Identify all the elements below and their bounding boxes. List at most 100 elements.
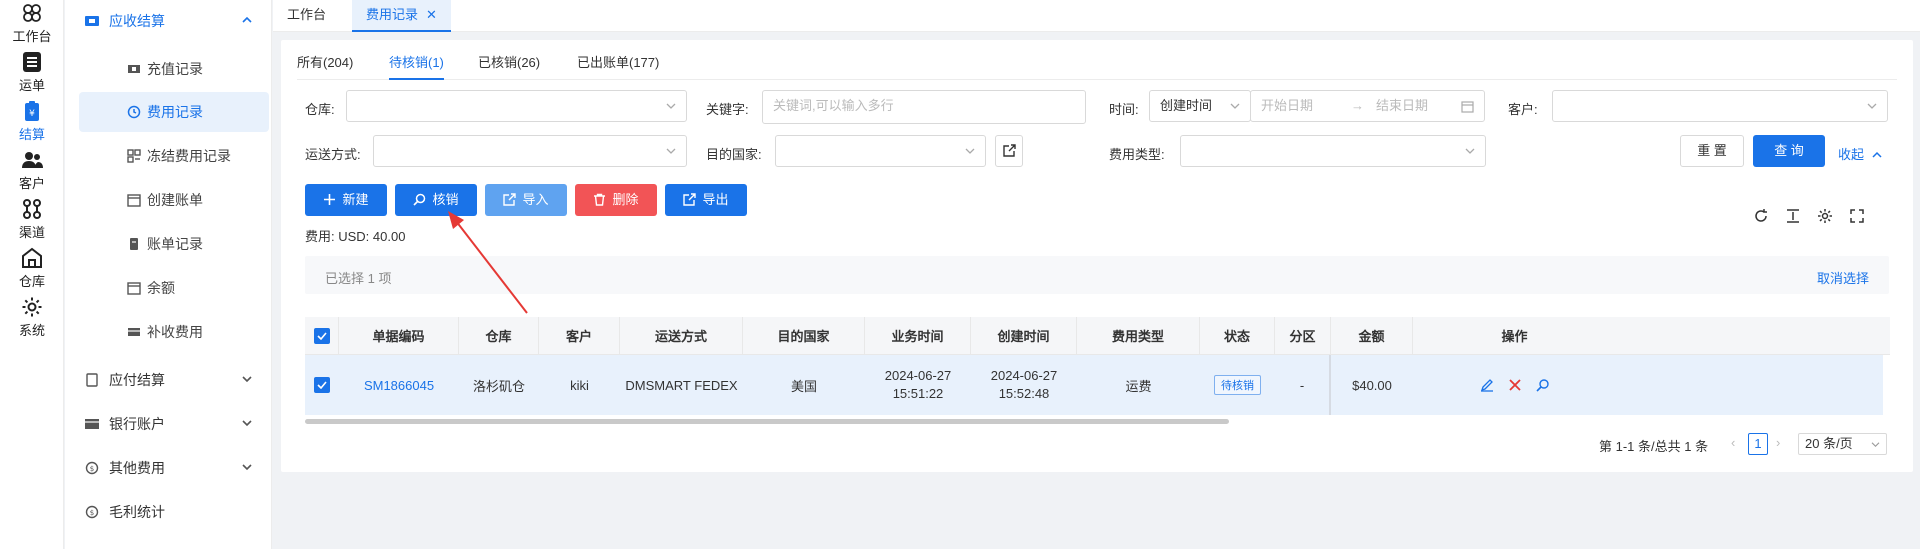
- ticket-icon: [128, 65, 140, 73]
- tab-verified[interactable]: 已核销(26): [478, 52, 540, 71]
- calendar-icon: [127, 194, 141, 207]
- cell-shipping: DMSMART FEDEX: [625, 377, 738, 393]
- rail-item-system[interactable]: 系统: [0, 296, 64, 339]
- column-header[interactable]: 业务时间: [865, 317, 971, 354]
- page-tab-label: 工作台: [287, 7, 327, 22]
- submenu-item-create-bill[interactable]: 创建账单: [79, 180, 269, 220]
- column-header[interactable]: 创建时间: [971, 317, 1077, 354]
- tab-all[interactable]: 所有(204): [297, 52, 353, 71]
- submenu-group-bank[interactable]: 银行账户: [65, 404, 272, 444]
- column-header[interactable]: 金额: [1331, 317, 1413, 354]
- start-date-placeholder[interactable]: 开始日期: [1261, 98, 1313, 113]
- rail-item-workbench[interactable]: 工作台: [0, 2, 64, 45]
- country-label: 目的国家:: [706, 147, 762, 162]
- submenu-item-label: 充值记录: [147, 61, 203, 77]
- select-all-checkbox[interactable]: [305, 317, 339, 354]
- search-button[interactable]: 查 询: [1753, 135, 1825, 167]
- pagination-page-1[interactable]: 1: [1748, 433, 1768, 455]
- submenu-group-other-fees[interactable]: $ 其他费用: [65, 448, 272, 488]
- fullscreen-icon[interactable]: [1849, 208, 1865, 224]
- page-tab-fee-records[interactable]: 费用记录 ✕: [352, 0, 451, 32]
- pagination-next[interactable]: ›: [1776, 435, 1780, 450]
- column-header[interactable]: 客户: [539, 317, 620, 354]
- rail-item-customer[interactable]: 客户: [0, 149, 64, 192]
- keyword-input[interactable]: 关键词,可以输入多行: [762, 90, 1086, 124]
- column-header[interactable]: 状态: [1200, 317, 1275, 354]
- external-link-icon: [1003, 144, 1016, 157]
- page-tab-label: 费用记录: [366, 7, 419, 22]
- column-header[interactable]: 目的国家: [743, 317, 865, 354]
- rail-item-waybill[interactable]: 运单: [0, 51, 64, 94]
- row-checkbox[interactable]: [305, 355, 339, 415]
- gear-icon[interactable]: [1817, 208, 1833, 224]
- chevron-up-icon: [1872, 151, 1882, 158]
- rail-label: 结算: [18, 127, 45, 142]
- verify-icon[interactable]: [1535, 378, 1550, 392]
- calendar-icon: [1461, 101, 1474, 113]
- external-link-button[interactable]: [995, 135, 1023, 167]
- column-header[interactable]: 仓库: [459, 317, 539, 354]
- pagination-prev[interactable]: ‹: [1731, 435, 1735, 450]
- selection-count: 已选择 1 项: [325, 271, 392, 286]
- column-header[interactable]: 运送方式: [620, 317, 743, 354]
- rail-item-channel[interactable]: 渠道: [0, 198, 64, 241]
- submenu-item-fee-records[interactable]: 费用记录: [79, 92, 269, 132]
- submenu-item-bill-records[interactable]: 账单记录: [79, 224, 269, 264]
- ticket-icon: [85, 14, 99, 28]
- chevron-down-icon: [965, 148, 975, 154]
- submenu-group-profit[interactable]: $ 毛利统计: [65, 492, 272, 532]
- cancel-selection-link[interactable]: 取消选择: [1817, 268, 1869, 287]
- edit-icon[interactable]: [1480, 378, 1494, 392]
- time-type-select[interactable]: 创建时间: [1149, 90, 1251, 122]
- create-time: 15:52:48: [998, 386, 1050, 401]
- new-button[interactable]: 新建: [305, 184, 387, 216]
- country-select[interactable]: [775, 135, 986, 167]
- customer-select[interactable]: [1552, 90, 1888, 122]
- reset-button[interactable]: 重 置: [1680, 135, 1744, 167]
- fee-type-label: 费用类型:: [1109, 147, 1165, 162]
- submenu-group-payable[interactable]: 应付结算: [65, 360, 272, 400]
- column-header[interactable]: 分区: [1275, 317, 1331, 354]
- submenu-item-supplementary-fees[interactable]: 补收费用: [79, 312, 269, 352]
- column-header[interactable]: 操作: [1413, 317, 1616, 354]
- warehouse-select[interactable]: [346, 90, 687, 122]
- delete-icon[interactable]: [1508, 378, 1522, 392]
- warehouse-icon: [22, 247, 42, 268]
- end-date-placeholder[interactable]: 结束日期: [1376, 91, 1428, 121]
- column-header[interactable]: 单据编码: [339, 317, 459, 354]
- close-icon[interactable]: ✕: [426, 7, 437, 22]
- chevron-down-icon: [1871, 442, 1880, 448]
- collapse-link[interactable]: 收起: [1838, 144, 1882, 163]
- clover-icon: [23, 4, 41, 22]
- chevron-down-icon: [666, 148, 676, 154]
- table-row[interactable]: SM1866045 洛杉矶仓 kiki DMSMART FEDEX 美国 202…: [305, 355, 1883, 415]
- rail-item-warehouse[interactable]: 仓库: [0, 247, 64, 290]
- cell-country: 美国: [790, 378, 817, 394]
- clock-coin-icon: [127, 105, 141, 119]
- submenu-item-recharge[interactable]: 充值记录: [79, 49, 269, 89]
- table-horizontal-scrollbar[interactable]: [305, 419, 1229, 424]
- tab-billed[interactable]: 已出账单(177): [577, 52, 659, 71]
- page-size-select[interactable]: 20 条/页: [1798, 433, 1887, 455]
- rail-item-settlement[interactable]: ¥ 结算: [0, 100, 64, 143]
- card-icon: [85, 417, 99, 431]
- submenu-group-label: 毛利统计: [109, 504, 165, 520]
- time-type-value: 创建时间: [1160, 98, 1213, 113]
- refresh-icon[interactable]: [1753, 208, 1769, 224]
- calendar-icon: [127, 282, 141, 295]
- column-height-icon[interactable]: [1785, 208, 1801, 224]
- submenu-group-receivable[interactable]: 应收结算: [65, 1, 272, 41]
- cell-status: 待核销: [1200, 355, 1275, 415]
- submenu-item-frozen-fees[interactable]: 冻结费用记录: [79, 136, 269, 176]
- date-range-picker[interactable]: 开始日期 → 结束日期: [1250, 90, 1485, 122]
- delete-button[interactable]: 删除: [575, 184, 657, 216]
- column-header[interactable]: 费用类型: [1077, 317, 1200, 354]
- page-tab-workbench[interactable]: 工作台: [273, 0, 340, 32]
- tab-pending[interactable]: 待核销(1): [389, 52, 444, 80]
- import-label: 导入: [522, 192, 549, 207]
- submenu-item-balance[interactable]: 余额: [79, 268, 269, 308]
- document-code-link[interactable]: SM1866045: [339, 355, 459, 415]
- export-button[interactable]: 导出: [665, 184, 747, 216]
- fee-type-select[interactable]: [1180, 135, 1486, 167]
- shipping-select[interactable]: [373, 135, 687, 167]
